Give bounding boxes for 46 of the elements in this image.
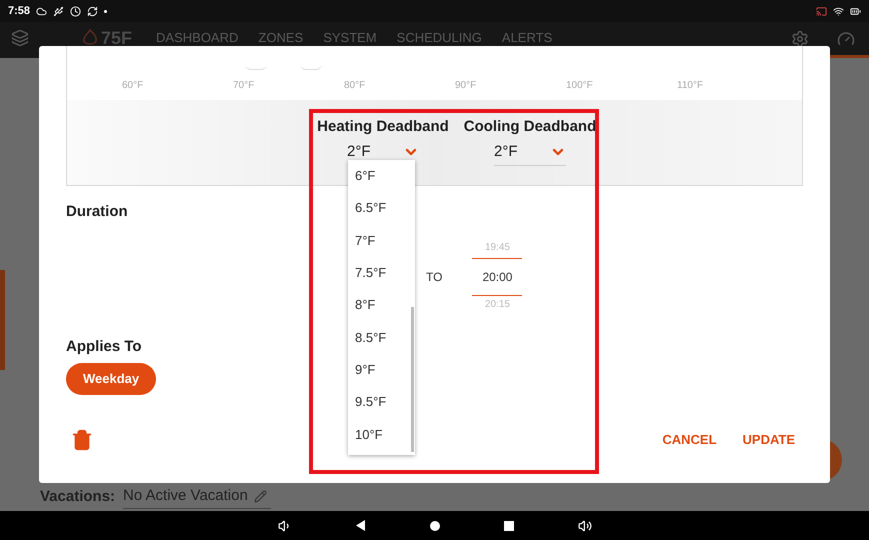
- trash-icon[interactable]: [71, 429, 93, 451]
- dropdown-option[interactable]: 9°F: [355, 358, 405, 390]
- cloud-icon: [36, 6, 48, 16]
- scale-tick-label: 70°F: [233, 78, 256, 92]
- edit-icon[interactable]: [254, 490, 267, 503]
- to-label: TO: [426, 268, 442, 286]
- layers-icon[interactable]: [11, 29, 29, 47]
- duration-label: Duration: [66, 202, 128, 222]
- recents-icon[interactable]: [504, 520, 514, 530]
- applies-to-label: Applies To: [66, 336, 142, 356]
- settings-icon[interactable]: [791, 30, 809, 48]
- dialog-action-button[interactable]: CANCEL: [662, 430, 717, 450]
- flame-logo-icon: [81, 29, 99, 47]
- vacations-label: Vacations:: [40, 487, 116, 507]
- deadband-select[interactable]: 2°F: [347, 140, 419, 165]
- deadband-label: Heating Deadband: [317, 117, 449, 137]
- back-icon[interactable]: [356, 520, 366, 531]
- clock-icon: [70, 6, 82, 16]
- battery-icon: [850, 6, 861, 16]
- scale-tick-label: 60°F: [122, 78, 144, 92]
- dropdown-option[interactable]: 10°F: [355, 422, 405, 455]
- dropdown-option[interactable]: 7.5°F: [355, 260, 405, 294]
- dropdown-option[interactable]: 6.5°F: [355, 196, 405, 229]
- scale-tick-label: 100°F: [566, 78, 594, 92]
- dropdown-option[interactable]: 8.5°F: [355, 326, 405, 358]
- usb-icon: [53, 6, 64, 16]
- time-picker[interactable]: 19:45 20:00 20:15: [472, 240, 522, 314]
- scale-tick-label: 80°F: [344, 78, 366, 92]
- home-icon[interactable]: [430, 520, 440, 530]
- day-chip[interactable]: Weekday: [66, 363, 156, 395]
- cast-icon: [816, 6, 827, 16]
- volume-down-icon[interactable]: [278, 518, 292, 532]
- dialog-action-button[interactable]: UPDATE: [742, 430, 795, 450]
- dropdown-option[interactable]: 6°F: [355, 164, 405, 196]
- sync-icon: [87, 6, 98, 16]
- gauge-icon[interactable]: [837, 30, 855, 48]
- dropdown-option[interactable]: 7°F: [355, 228, 405, 261]
- volume-up-icon[interactable]: [578, 518, 592, 532]
- scale-tick-label: 90°F: [455, 78, 478, 92]
- dropdown-option[interactable]: 8°F: [355, 293, 405, 326]
- scale-tick-label: 110°F: [677, 78, 704, 92]
- deadband-label: Cooling Deadband: [464, 117, 596, 137]
- status-time: 7:58: [8, 4, 30, 19]
- wifi-icon: [833, 6, 844, 16]
- deadband-select[interactable]: 2°F: [494, 140, 566, 166]
- dropdown-option[interactable]: 9.5°F: [355, 390, 405, 423]
